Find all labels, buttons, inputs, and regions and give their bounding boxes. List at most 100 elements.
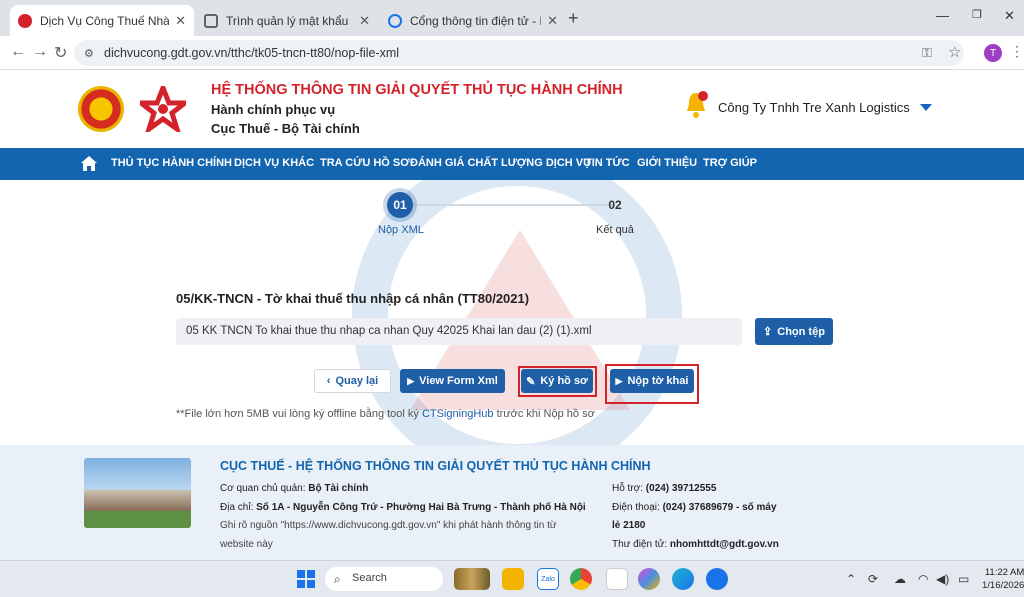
new-tab-icon[interactable]: +: [568, 8, 579, 29]
menu-danh-gia[interactable]: ĐÁNH GIÁ CHẤT LƯỢNG DỊCH VỤ: [410, 157, 591, 169]
main-menu: THỦ TỤC HÀNH CHÍNH DỊCH VỤ KHÁC TRA CỨU …: [0, 148, 1024, 180]
agency-value: Bộ Tài chính: [308, 483, 369, 494]
phone-value: (024) 37689679 - số máy: [662, 502, 777, 513]
password-key-icon[interactable]: ⚿: [922, 45, 932, 61]
copilot-icon[interactable]: [638, 568, 660, 590]
system-title: HỆ THỐNG THÔNG TIN GIẢI QUYẾT THỦ TỤC HÀ…: [211, 82, 623, 98]
stepper-line: [410, 204, 615, 206]
tab-bhxh-portal[interactable]: Cổng thông tin điện tử - Bảo h ✕: [380, 5, 566, 36]
menu-gioi-thieu[interactable]: GIỚI THIỆU: [637, 157, 697, 169]
account-dropdown-icon[interactable]: [920, 104, 932, 111]
view-icon: ▶: [407, 375, 415, 386]
search-icon: ⌕: [334, 572, 341, 586]
footer-phone: Điện thoại: (024) 37689679 - số máy: [612, 502, 777, 513]
email-label: Thư điện tử:: [612, 539, 668, 550]
windows-start-icon[interactable]: [296, 569, 316, 589]
file-size-note: **File lớn hơn 5MB vui lòng ký offline b…: [176, 408, 595, 420]
notification-bell-icon[interactable]: [684, 90, 708, 120]
support-value: (024) 39712555: [645, 483, 717, 494]
email-value[interactable]: nhomhttdt@gdt.gov.vn: [670, 539, 779, 550]
tab-label: Trình quản lý mật khẩu: [226, 13, 349, 28]
home-icon[interactable]: [80, 155, 98, 172]
tray-sync-icon[interactable]: ⟳: [868, 572, 878, 586]
tray-cloud-icon[interactable]: ☁: [894, 572, 906, 586]
selected-file-field[interactable]: 05 KK TNCN To khai thue thu nhap ca nhan…: [176, 318, 742, 345]
highlight-submit-box: [605, 364, 699, 404]
address-value: Số 1A - Nguyễn Công Trứ - Phường Hai Bà …: [256, 502, 586, 513]
back-button[interactable]: ‹ Quay lại: [314, 369, 391, 393]
note-text-after: trước khi Nộp hồ sơ: [493, 408, 595, 420]
tab-password-manager[interactable]: Trình quản lý mật khẩu ✕: [196, 5, 378, 36]
url-field[interactable]: dichvucong.gdt.gov.vn/tthc/tk05-tncn-tt8…: [74, 40, 964, 66]
menu-thu-tuc-hanh-chinh[interactable]: THỦ TỤC HÀNH CHÍNH: [111, 157, 232, 169]
volume-icon[interactable]: ◀): [936, 572, 949, 586]
support-label: Hỗ trợ:: [612, 483, 644, 494]
view-label: View Form Xml: [419, 375, 498, 387]
tax-favicon-icon: [18, 13, 32, 28]
tab-label: Dịch Vụ Công Thuế Nhà Nước: [40, 13, 170, 28]
footer-support: Hỗ trợ: (024) 39712555: [612, 483, 716, 494]
reload-icon[interactable]: ↻: [54, 43, 67, 63]
browser-menu-icon[interactable]: ⋮: [1010, 43, 1024, 60]
browser-tab-strip: Dịch Vụ Công Thuế Nhà Nước ✕ Trình quản …: [0, 0, 1024, 36]
view-form-xml-button[interactable]: ▶ View Form Xml: [400, 369, 505, 393]
news-widget-icon[interactable]: [454, 568, 490, 590]
close-window-icon[interactable]: ✕: [1004, 8, 1015, 24]
agency-label: Cơ quan chủ quản:: [220, 483, 306, 494]
close-tab-icon[interactable]: ✕: [547, 13, 558, 29]
address-bar-row: ← → ↻ dichvucong.gdt.gov.vn/tthc/tk05-tn…: [0, 36, 1024, 70]
note-text-before: **File lớn hơn 5MB vui lòng ký offline b…: [176, 408, 422, 420]
national-emblem-logo: [78, 86, 124, 132]
upload-icon: ⇪: [763, 326, 773, 338]
footer-agency: Cơ quan chủ quản: Bộ Tài chính: [220, 483, 368, 494]
close-tab-icon[interactable]: ✕: [359, 13, 370, 29]
footer-address: Địa chỉ: Số 1A - Nguyễn Công Trứ - Phườn…: [220, 502, 586, 513]
back-arrow-icon[interactable]: ←: [10, 43, 26, 61]
battery-icon[interactable]: ▭: [958, 572, 969, 586]
profile-avatar[interactable]: T: [984, 44, 1002, 62]
ctsigninghub-link[interactable]: CTSigningHub: [422, 408, 494, 420]
menu-tra-cuu-ho-so[interactable]: TRA CỨU HỒ SƠ: [320, 157, 410, 169]
clock-time: 11:22 AM: [984, 567, 1024, 578]
maximize-icon[interactable]: ❐: [972, 8, 982, 21]
tray-chevron-icon[interactable]: ⌃: [846, 572, 856, 586]
app-icon[interactable]: [606, 568, 628, 590]
step-2-badge: 02: [608, 198, 622, 212]
edge-icon[interactable]: [672, 568, 694, 590]
choose-file-label: Chọn tệp: [777, 325, 825, 338]
company-name[interactable]: Công Ty Tnhh Tre Xanh Logistics: [718, 100, 910, 115]
chevron-left-icon: ‹: [326, 375, 331, 387]
back-label: Quay lại: [335, 375, 379, 387]
menu-tin-tuc[interactable]: TIN TỨC: [585, 157, 630, 169]
close-tab-icon[interactable]: ✕: [175, 13, 186, 29]
footer-email: Thư điện tử: nhomhttdt@gdt.gov.vn: [612, 539, 779, 550]
chrome-icon[interactable]: [570, 568, 592, 590]
choose-file-button[interactable]: ⇪ Chọn tệp: [755, 318, 833, 345]
file-explorer-icon[interactable]: [502, 568, 524, 590]
minimize-icon[interactable]: —: [936, 8, 949, 23]
menu-dich-vu-khac[interactable]: DỊCH VỤ KHÁC: [234, 157, 314, 169]
taskbar-search-input[interactable]: Search: [325, 567, 443, 591]
zalo-icon[interactable]: Zalo: [537, 568, 559, 590]
footer-source-note-1: Ghi rõ nguồn "https://www.dichvucong.gdt…: [220, 520, 557, 531]
menu-tro-giup[interactable]: TRỢ GIÚP: [703, 157, 757, 169]
form-title: 05/KK-TNCN - Tờ khai thuế thu nhập cá nh…: [176, 291, 530, 306]
address-label: Địa chỉ:: [220, 502, 254, 513]
forward-arrow-icon[interactable]: →: [32, 43, 48, 61]
tax-star-logo: [140, 86, 186, 132]
site-info-icon[interactable]: ⚙: [84, 47, 94, 60]
header-subtitle-2: Cục Thuế - Bộ Tài chính: [211, 121, 360, 136]
tab-dich-vu-cong[interactable]: Dịch Vụ Công Thuế Nhà Nước ✕: [10, 5, 194, 36]
footer-title: CỤC THUẾ - HỆ THỐNG THÔNG TIN GIẢI QUYẾT…: [220, 459, 651, 473]
key-favicon-icon: [204, 13, 218, 28]
bookmark-star-icon[interactable]: ☆: [948, 43, 961, 61]
header-subtitle-1: Hành chính phục vụ: [211, 102, 336, 117]
footer-phone-ext: lẻ 2180: [612, 520, 646, 531]
app-icon-blue[interactable]: [706, 568, 728, 590]
step-1-badge: 01: [387, 192, 413, 218]
taskbar-clock[interactable]: 11:22 AM 1/16/2026: [982, 566, 1024, 592]
step-2-label: Kết quả: [596, 224, 634, 236]
wifi-icon[interactable]: ◠: [918, 572, 928, 586]
highlight-sign-box: [518, 366, 597, 397]
tab-label: Cổng thông tin điện tử - Bảo h: [410, 13, 541, 28]
